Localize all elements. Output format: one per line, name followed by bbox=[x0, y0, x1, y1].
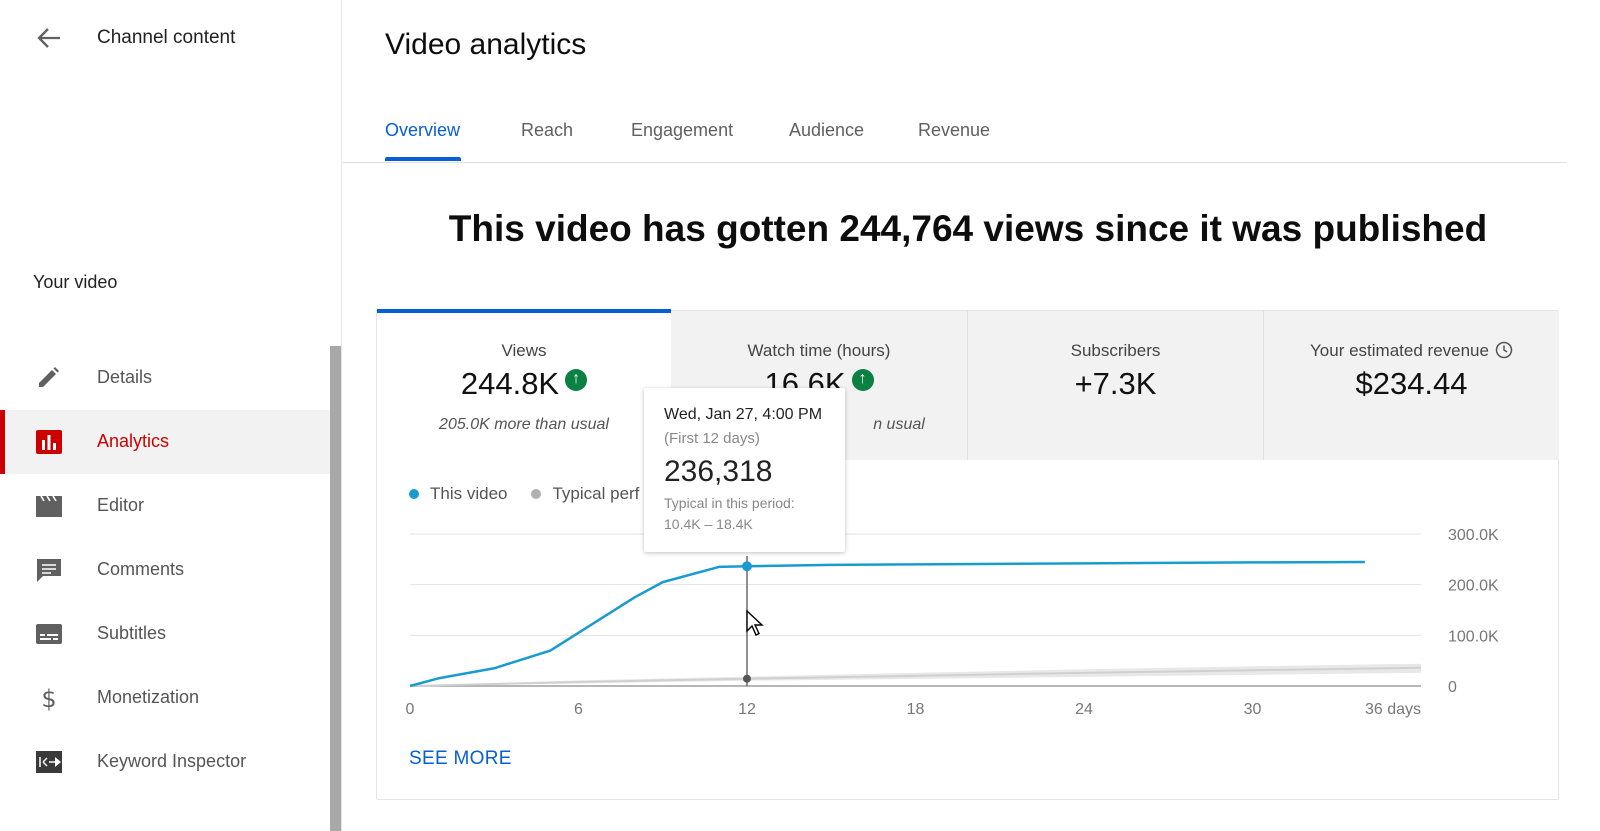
legend-this-video: This video bbox=[409, 484, 507, 504]
x-tick-label: 24 bbox=[1075, 701, 1093, 718]
views-headline: This video has gotten 244,764 views sinc… bbox=[448, 208, 1488, 249]
tab-audience[interactable]: Audience bbox=[789, 120, 864, 141]
tab-revenue[interactable]: Revenue bbox=[918, 120, 990, 141]
metric-value: 244.8K bbox=[460, 366, 560, 401]
metric-comparison: n usual bbox=[873, 416, 925, 433]
page-title: Video analytics bbox=[385, 28, 587, 61]
dollar-icon: $ bbox=[41, 685, 56, 711]
metric-label: Subscribers bbox=[1070, 341, 1161, 360]
sidebar-item-label: Details bbox=[97, 367, 153, 387]
sidebar-item-label: Subtitles bbox=[97, 623, 167, 643]
metric-label-row: Your estimated revenue bbox=[1264, 341, 1559, 361]
sidebar-item-analytics[interactable]: Analytics bbox=[0, 410, 330, 474]
tooltip-value: 236,318 bbox=[664, 455, 773, 488]
sidebar: Channel content Your video Details Analy… bbox=[0, 0, 342, 831]
active-metric-indicator bbox=[377, 309, 671, 313]
tab-engagement[interactable]: Engagement bbox=[631, 120, 733, 141]
hover-point bbox=[742, 561, 752, 572]
analytics-icon bbox=[36, 430, 62, 454]
tab-overview[interactable]: Overview bbox=[385, 120, 460, 141]
sidebar-item-comments[interactable]: Comments bbox=[0, 538, 330, 602]
sidebar-item-label: Keyword Inspector bbox=[97, 751, 247, 771]
tooltip-typical-label: Typical in this period: bbox=[664, 495, 795, 511]
views-line-chart[interactable]: 0 100.0K 200.0K 300.0K 0 6 12 18 24 30 36 days bbox=[377, 511, 1560, 731]
tooltip-typical-range: 10.4K – 18.4K bbox=[664, 516, 753, 532]
trend-up-icon bbox=[851, 369, 874, 391]
y-tick-label: 100.0K bbox=[1448, 628, 1499, 645]
tooltip-typical: Typical in this period: 10.4K – 18.4K bbox=[664, 493, 825, 535]
sidebar-item-label: Editor bbox=[97, 495, 145, 515]
y-tick-label: 200.0K bbox=[1448, 578, 1499, 595]
keyword-inspector-icon bbox=[36, 751, 62, 773]
sidebar-item-subtitles[interactable]: Subtitles bbox=[0, 602, 330, 666]
sidebar-item-details[interactable]: Details bbox=[0, 346, 330, 410]
x-tick-label: 30 bbox=[1244, 701, 1262, 718]
metric-label: Views bbox=[501, 341, 547, 360]
y-tick-label: 0 bbox=[1448, 679, 1457, 696]
sidebar-item-monetization[interactable]: $ Monetization bbox=[0, 666, 330, 730]
chart-legend: This video Typical perf bbox=[409, 484, 663, 504]
tooltip-date: Wed, Jan 27, 4:00 PM bbox=[664, 406, 823, 423]
active-tab-indicator bbox=[385, 157, 461, 161]
clapperboard-icon bbox=[36, 495, 62, 517]
x-tick-label: 12 bbox=[738, 701, 756, 718]
metric-value: $234.44 bbox=[1355, 366, 1468, 401]
sidebar-item-editor[interactable]: Editor bbox=[0, 474, 330, 538]
comment-icon bbox=[37, 559, 61, 582]
arrow-back-icon[interactable] bbox=[36, 26, 62, 50]
sidebar-scrollbar[interactable] bbox=[330, 346, 341, 831]
x-tick-label: 36 days bbox=[1365, 701, 1421, 718]
metric-label: Your estimated revenue bbox=[1310, 341, 1489, 360]
sidebar-item-label: Analytics bbox=[97, 431, 170, 451]
subtitles-icon bbox=[36, 624, 62, 644]
tooltip-period: (First 12 days) bbox=[664, 430, 760, 447]
legend-dot-icon bbox=[409, 489, 419, 499]
back-label[interactable]: Channel content bbox=[97, 27, 235, 49]
tab-reach[interactable]: Reach bbox=[521, 120, 573, 141]
metric-subscribers[interactable]: Subscribers +7.3K bbox=[968, 311, 1263, 460]
x-tick-label: 18 bbox=[907, 701, 925, 718]
main-content: Video analytics Overview Reach Engagemen… bbox=[343, 0, 1600, 831]
metric-value-row: 244.8K bbox=[377, 366, 671, 402]
legend-typical: Typical perf bbox=[531, 484, 639, 504]
metric-label: Watch time (hours) bbox=[747, 341, 891, 360]
metric-comparison: 205.0K more than usual bbox=[439, 416, 609, 433]
metric-views[interactable]: Views 244.8K 205.0K more than usual bbox=[377, 309, 671, 460]
tab-bar: Overview Reach Engagement Audience Reven… bbox=[343, 100, 1567, 163]
legend-label: Typical perf bbox=[552, 484, 640, 503]
svg-text:$: $ bbox=[41, 685, 56, 711]
hover-point-typical bbox=[743, 674, 751, 683]
sidebar-nav: Details Analytics Editor Comments Subtit… bbox=[0, 346, 330, 794]
pencil-icon bbox=[39, 367, 59, 387]
section-label: Your video bbox=[33, 272, 118, 292]
back-to-channel-content[interactable]: Channel content bbox=[0, 18, 330, 58]
legend-dot-icon bbox=[531, 489, 542, 499]
sidebar-item-label: Monetization bbox=[97, 687, 200, 707]
metric-value: +7.3K bbox=[1074, 366, 1157, 401]
clock-icon bbox=[1495, 341, 1513, 359]
legend-label: This video bbox=[430, 484, 508, 503]
x-tick-label: 6 bbox=[574, 701, 583, 718]
mouse-cursor-icon bbox=[746, 609, 764, 636]
analytics-card: Views 244.8K 205.0K more than usual Watc… bbox=[376, 309, 1560, 800]
trend-up-icon bbox=[565, 369, 588, 391]
chart-tooltip: Wed, Jan 27, 4:00 PM (First 12 days) 236… bbox=[644, 388, 845, 552]
see-more-link[interactable]: SEE MORE bbox=[409, 748, 512, 770]
y-tick-label: 300.0K bbox=[1448, 527, 1499, 544]
x-tick-label: 0 bbox=[406, 701, 415, 718]
sidebar-item-label: Comments bbox=[97, 559, 185, 579]
metric-revenue[interactable]: Your estimated revenue $234.44 bbox=[1264, 311, 1559, 460]
sidebar-item-keyword-inspector[interactable]: Keyword Inspector bbox=[0, 730, 330, 794]
